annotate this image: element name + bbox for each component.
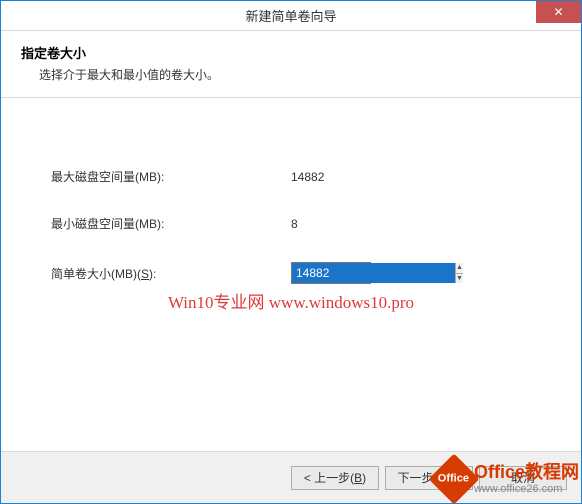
chevron-up-icon: ▲: [456, 264, 463, 271]
chevron-down-icon: ▼: [456, 275, 463, 282]
close-icon: ✕: [553, 5, 563, 19]
max-space-row: 最大磁盘空间量(MB): 14882: [51, 168, 541, 185]
watermark-text: Win10专业网 www.windows10.pro: [1, 288, 581, 313]
volume-size-row: 简单卷大小(MB)(S): ▲ ▼: [51, 262, 541, 284]
max-space-label: 最大磁盘空间量(MB):: [51, 168, 291, 185]
overlay-badge: Office Office教程网 www.office26.com: [436, 461, 579, 497]
page-title: 指定卷大小: [21, 43, 561, 62]
wizard-header: 指定卷大小 选择介于最大和最小值的卷大小。: [1, 31, 581, 98]
spinner-buttons: ▲ ▼: [455, 263, 463, 283]
wizard-window: 新建简单卷向导 ✕ 指定卷大小 选择介于最大和最小值的卷大小。 最大磁盘空间量(…: [0, 0, 582, 504]
max-space-value: 14882: [291, 170, 324, 184]
overlay-line1: Office教程网: [474, 463, 579, 483]
window-title: 新建简单卷向导: [245, 6, 336, 25]
overlay-line2: www.office26.com: [474, 483, 579, 495]
spinner-down-button[interactable]: ▼: [456, 274, 463, 284]
office-icon: Office: [429, 454, 480, 504]
min-space-value: 8: [291, 217, 298, 231]
page-subtitle: 选择介于最大和最小值的卷大小。: [39, 66, 561, 83]
overlay-text: Office教程网 www.office26.com: [474, 463, 579, 495]
min-space-row: 最小磁盘空间量(MB): 8: [51, 215, 541, 232]
min-space-label: 最小磁盘空间量(MB):: [51, 215, 291, 232]
close-button[interactable]: ✕: [536, 1, 581, 23]
volume-size-input[interactable]: [292, 263, 455, 283]
back-button[interactable]: < 上一步(B): [291, 466, 379, 490]
volume-size-label: 简单卷大小(MB)(S):: [51, 265, 291, 282]
volume-size-spinner: ▲ ▼: [291, 262, 371, 284]
wizard-body: 最大磁盘空间量(MB): 14882 最小磁盘空间量(MB): 8 简单卷大小(…: [1, 98, 581, 428]
volume-size-control: ▲ ▼: [291, 262, 371, 284]
titlebar: 新建简单卷向导 ✕: [1, 1, 581, 31]
spinner-up-button[interactable]: ▲: [456, 263, 463, 274]
